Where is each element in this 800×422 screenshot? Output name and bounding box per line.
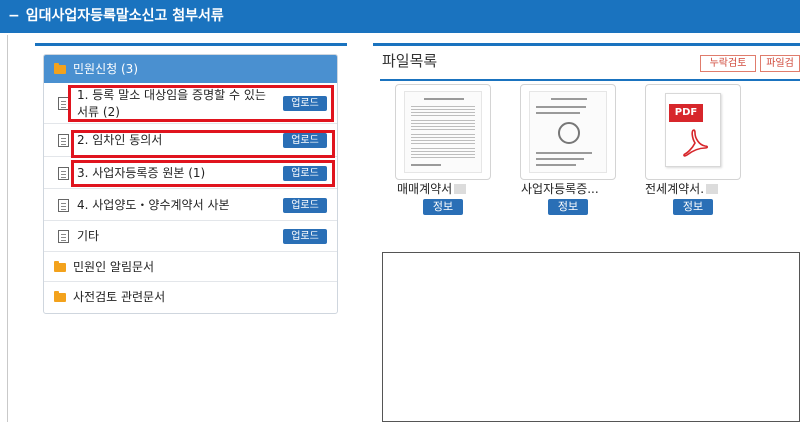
file-info-button[interactable]: 정보 bbox=[673, 199, 713, 215]
document-preview-icon bbox=[404, 91, 482, 173]
tree-item-label: 3. 사업자등록증 원본 (1) bbox=[77, 166, 206, 180]
missing-review-button[interactable]: 누락검토 bbox=[700, 55, 756, 72]
tree-item-label: 2. 임차인 동의서 bbox=[77, 133, 163, 147]
folder-icon bbox=[54, 291, 66, 302]
tree-item-business-registration[interactable]: 3. 사업자등록증 원본 (1) 업로드 bbox=[44, 157, 337, 189]
acrobat-icon bbox=[683, 129, 708, 157]
document-icon bbox=[58, 97, 69, 110]
document-icon bbox=[58, 199, 69, 212]
redacted-text bbox=[454, 184, 467, 194]
tree-item-label: 기타 bbox=[77, 229, 100, 243]
document-icon bbox=[58, 230, 69, 243]
pdf-badge: PDF bbox=[669, 104, 703, 122]
redacted-text bbox=[706, 184, 719, 194]
upload-button[interactable]: 업로드 bbox=[283, 96, 327, 111]
tree-root-civil-application[interactable]: 민원신청 (3) bbox=[44, 55, 337, 83]
tree-folder-applicant-notices[interactable]: 민원인 알림문서 bbox=[44, 252, 337, 282]
window-titlebar: − 임대사업자등록말소신고 첨부서류 bbox=[0, 0, 800, 33]
left-panel-accent bbox=[35, 43, 347, 46]
document-icon bbox=[58, 134, 69, 147]
upload-button[interactable]: 업로드 bbox=[283, 198, 327, 213]
file-thumbnail-business-registration[interactable] bbox=[520, 84, 616, 180]
seal-icon bbox=[558, 122, 580, 144]
tree-item-etc[interactable]: 기타 업로드 bbox=[44, 221, 337, 252]
document-icon bbox=[58, 167, 69, 180]
tree-item-deregistration-proof[interactable]: 1. 등록 말소 대상임을 증명할 수 있는 서류 (2) 업로드 bbox=[44, 83, 337, 124]
file-name: 전세계약서. bbox=[645, 180, 719, 197]
file-preview-pane[interactable] bbox=[382, 252, 800, 422]
upload-button[interactable]: 업로드 bbox=[283, 229, 327, 244]
right-panel-accent bbox=[373, 43, 800, 46]
pdf-file-icon: PDF bbox=[665, 93, 721, 167]
file-thumbnail-lease-contract-pdf[interactable]: PDF bbox=[645, 84, 741, 180]
file-list-divider bbox=[380, 79, 800, 81]
file-info-button[interactable]: 정보 bbox=[548, 199, 588, 215]
tree-item-label: 1. 등록 말소 대상임을 증명할 수 있는 서류 (2) bbox=[77, 88, 266, 119]
tree-item-tenant-consent[interactable]: 2. 임차인 동의서 업로드 bbox=[44, 124, 337, 157]
file-list-title: 파일목록 bbox=[382, 52, 438, 70]
tree-item-label: 4. 사업양도・양수계약서 사본 bbox=[77, 198, 230, 212]
file-thumbnail-sale-contract[interactable] bbox=[395, 84, 491, 180]
file-name: 사업자등록증... bbox=[521, 182, 599, 196]
left-border bbox=[7, 35, 8, 422]
tree-root-count: (3) bbox=[121, 62, 138, 76]
file-review-button[interactable]: 파일검 bbox=[760, 55, 800, 72]
collapse-icon[interactable]: − bbox=[8, 0, 20, 33]
file-info-button[interactable]: 정보 bbox=[423, 199, 463, 215]
tree-root-label: 민원신청 bbox=[73, 62, 118, 76]
folder-icon bbox=[54, 63, 66, 74]
upload-button[interactable]: 업로드 bbox=[283, 166, 327, 181]
folder-icon bbox=[54, 261, 66, 272]
tree-folder-label: 사전검토 관련문서 bbox=[73, 290, 166, 304]
tree-folder-label: 민원인 알림문서 bbox=[73, 260, 155, 274]
upload-button[interactable]: 업로드 bbox=[283, 133, 327, 148]
file-name: 매매계약서 bbox=[397, 180, 467, 197]
attachment-tree: 민원신청 (3) 1. 등록 말소 대상임을 증명할 수 있는 서류 (2) 업… bbox=[43, 54, 338, 314]
document-preview-icon bbox=[529, 91, 607, 173]
tree-folder-pre-review[interactable]: 사전검토 관련문서 bbox=[44, 282, 337, 312]
page-title: 임대사업자등록말소신고 첨부서류 bbox=[25, 8, 224, 24]
tree-item-transfer-contract[interactable]: 4. 사업양도・양수계약서 사본 업로드 bbox=[44, 189, 337, 221]
